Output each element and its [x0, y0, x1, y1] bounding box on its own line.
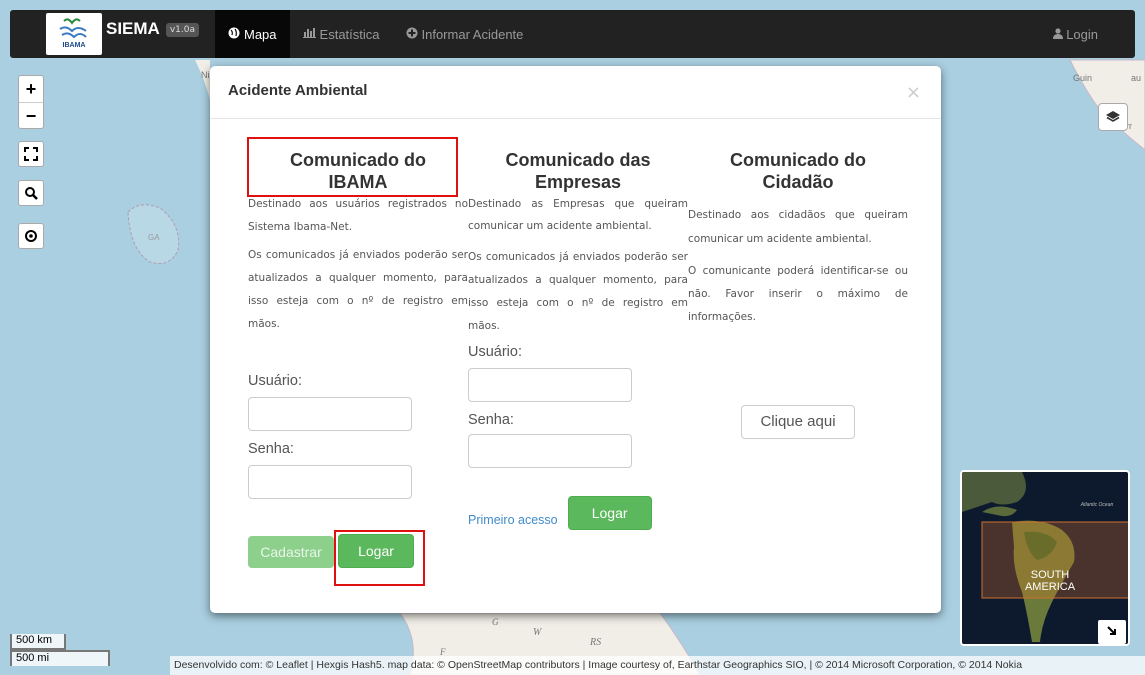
- empresas-user-label: Usuário:: [468, 344, 522, 360]
- minimap-label-south: SOUTH: [1031, 569, 1070, 581]
- svg-text:IBAMA: IBAMA: [63, 42, 86, 49]
- version-badge: v1.0a: [165, 23, 199, 37]
- scale-mi: 500 mi: [10, 650, 110, 666]
- cidadao-column: Comunicado do Cidadão Destinado aos cidad…: [688, 119, 908, 439]
- cidadao-title: Comunicado do Cidadão: [730, 150, 866, 192]
- cidadao-description: Destinado aos cidadãos que queiram comun…: [688, 209, 908, 245]
- map-attribution: Desenvolvido com: © Leaflet | Hexgis Has…: [170, 656, 1145, 675]
- empresas-logar-button[interactable]: Logar: [567, 496, 652, 530]
- map-label-au: au: [1131, 73, 1141, 83]
- nav-label-estatistica: Estatística: [319, 26, 380, 42]
- locate-icon: [25, 230, 37, 242]
- empresas-info: Os comunicados já enviados poderão ser a…: [468, 251, 688, 332]
- ibama-logo-icon: IBAMA: [46, 13, 102, 55]
- plus-circle-icon: [406, 27, 418, 42]
- nav-item-estatistica[interactable]: Estatística: [290, 10, 393, 58]
- ibama-logo[interactable]: IBAMA: [46, 13, 102, 55]
- empresas-pass-label: Senha:: [468, 412, 514, 428]
- ibama-user-label: Usuário:: [248, 373, 302, 389]
- ibama-info: Os comunicados já enviados poderão ser a…: [248, 249, 468, 330]
- nav-label-mapa: Mapa: [244, 26, 277, 42]
- highlight-ibama-title: [247, 137, 458, 197]
- map-label-ni: Ni: [201, 70, 210, 80]
- login-link[interactable]: Login: [1053, 27, 1098, 42]
- empresas-user-input[interactable]: [468, 368, 632, 402]
- user-icon: [1053, 27, 1064, 42]
- cadastrar-button[interactable]: Cadastrar: [248, 536, 334, 568]
- arrow-down-right-icon: [1107, 626, 1116, 635]
- search-icon: [25, 187, 38, 200]
- clique-aqui-button[interactable]: Clique aqui: [741, 405, 855, 439]
- map-label-rs: RS: [589, 637, 601, 648]
- zoom-out-button[interactable]: −: [19, 102, 43, 128]
- layers-icon: [1106, 111, 1120, 122]
- map-label-g: G: [492, 617, 499, 627]
- empresas-title: Comunicado das Empresas: [505, 150, 651, 192]
- zoom-in-button[interactable]: +: [19, 76, 43, 102]
- ibama-user-input[interactable]: [248, 397, 412, 431]
- map-label-ga: GA: [148, 233, 160, 242]
- layers-button[interactable]: [1098, 103, 1128, 131]
- map-label-guin: Guin: [1073, 73, 1092, 83]
- brand-name[interactable]: SIEMA: [106, 19, 160, 39]
- empresas-description: Destinado as Empresas que queiram comuni…: [468, 198, 688, 232]
- nav-item-informar-acidente[interactable]: Informar Acidente: [393, 10, 537, 58]
- fullscreen-icon: [24, 147, 38, 161]
- search-button[interactable]: [18, 180, 44, 206]
- modal-header: Acidente Ambiental ×: [210, 66, 941, 119]
- minimap-toggle-button[interactable]: [1098, 620, 1126, 644]
- svg-text:Atlantic Ocean: Atlantic Ocean: [1080, 502, 1114, 508]
- scale-km: 500 km: [10, 634, 66, 650]
- empresas-password-input[interactable]: [468, 434, 632, 468]
- main-nav: Mapa Estatística Informar Acidente: [215, 10, 536, 58]
- empresas-column: Comunicado das Empresas Destinado as Empr…: [468, 119, 688, 530]
- ibama-password-input[interactable]: [248, 465, 412, 499]
- login-label: Login: [1066, 26, 1098, 42]
- nav-item-mapa[interactable]: Mapa: [215, 10, 290, 58]
- highlight-logar-button: [334, 530, 425, 586]
- cidadao-info: O comunicante poderá identificar-se ou n…: [688, 265, 908, 323]
- globe-icon: [228, 27, 240, 42]
- zoom-control: + −: [18, 75, 44, 129]
- bar-chart-icon: [302, 27, 316, 41]
- top-navbar: IBAMA SIEMA v1.0a Mapa Estatística Infor…: [10, 10, 1135, 58]
- nav-label-informar-acidente: Informar Acidente: [421, 26, 524, 42]
- minimap-label-america: AMERICA: [1025, 581, 1076, 593]
- ibama-description: Destinado aos usuários registrados no Si…: [248, 198, 468, 233]
- primeiro-acesso-link[interactable]: Primeiro acesso: [468, 513, 558, 527]
- fullscreen-button[interactable]: [18, 141, 44, 167]
- locate-button[interactable]: [18, 223, 44, 249]
- close-icon[interactable]: ×: [906, 82, 921, 103]
- ibama-pass-label: Senha:: [248, 441, 294, 457]
- modal-title: Acidente Ambiental: [228, 82, 368, 99]
